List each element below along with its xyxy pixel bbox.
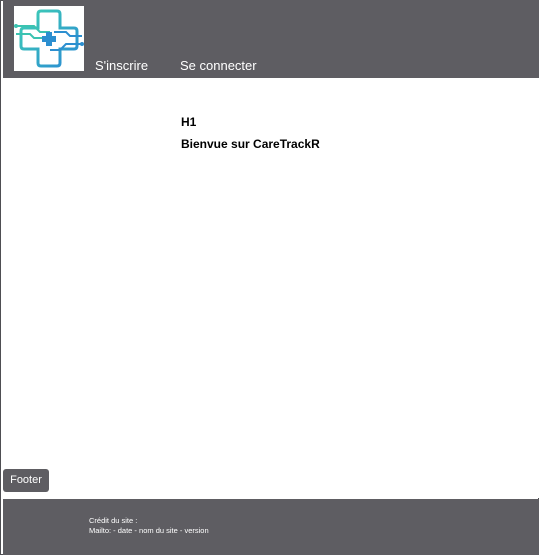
page-title: Bienvue sur CareTrackR [181, 137, 320, 152]
main-content: H1 Bienvue sur CareTrackR [3, 78, 539, 498]
site-footer: Crédit du site : Mailto: - date - nom du… [3, 499, 539, 555]
footer-credit-text: Crédit du site : [89, 516, 138, 525]
medical-cross-circuit-icon [14, 9, 84, 68]
site-header: S'inscrire Se connecter [3, 0, 539, 78]
footer-tag-label: Footer [3, 469, 49, 492]
site-logo[interactable] [14, 6, 84, 71]
login-link[interactable]: Se connecter [180, 58, 257, 74]
heading-tag-label: H1 [181, 115, 197, 129]
signup-link[interactable]: S'inscrire [95, 58, 148, 74]
footer-mailto-text[interactable]: Mailto: - date - nom du site - version [89, 526, 209, 535]
